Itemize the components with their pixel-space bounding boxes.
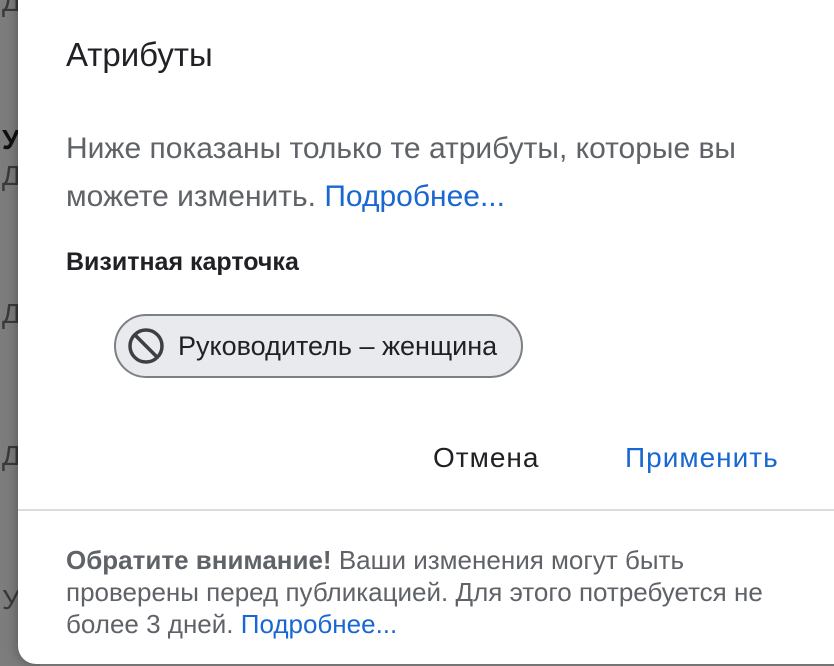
review-notice: Обратите внимание! Ваши изменения могут … bbox=[66, 544, 786, 640]
divider bbox=[18, 509, 834, 511]
dialog-description: Ниже показаны только те атрибуты, которы… bbox=[66, 125, 786, 221]
background-text: У bbox=[2, 124, 20, 155]
section-label-business-card: Визитная карточка bbox=[66, 248, 299, 276]
chip-label: Руководитель – женщина bbox=[178, 330, 498, 361]
dialog-title: Атрибуты bbox=[66, 36, 213, 73]
dialog-actions: Отмена Применить bbox=[18, 442, 834, 482]
apply-button[interactable]: Применить bbox=[625, 442, 779, 474]
learn-more-link[interactable]: Подробнее... bbox=[324, 180, 505, 213]
notice-heading: Обратите внимание! bbox=[66, 545, 332, 575]
notice-learn-more-link[interactable]: Подробнее... bbox=[241, 609, 398, 639]
cancel-button[interactable]: Отмена bbox=[433, 442, 539, 474]
attributes-dialog: Атрибуты Ниже показаны только те атрибут… bbox=[18, 0, 834, 664]
attribute-chip-woman-led[interactable]: Руководитель – женщина bbox=[114, 314, 524, 378]
blocked-icon bbox=[126, 326, 166, 366]
